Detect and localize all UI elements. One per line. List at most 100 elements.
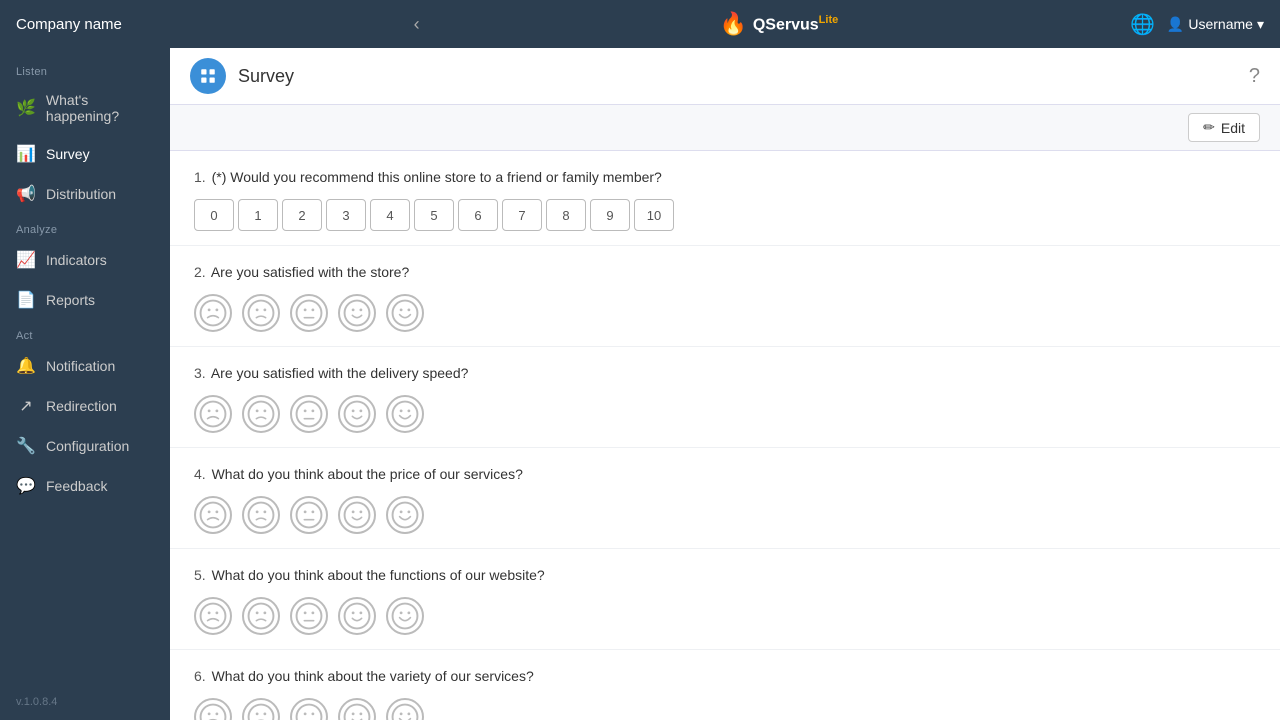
question-1: 1. (*) Would you recommend this online s… — [170, 151, 1280, 246]
sidebar-label-configuration: Configuration — [46, 438, 129, 454]
sidebar-item-notification[interactable]: 🔔 Notification — [0, 346, 170, 386]
emoji-q4-5[interactable] — [386, 496, 424, 534]
question-2-text: 2. Are you satisfied with the store? — [194, 264, 1256, 280]
emoji-dissatisfied[interactable] — [242, 294, 280, 332]
question-5-text: 5. What do you think about the functions… — [194, 567, 1256, 583]
emoji-scale-3 — [194, 395, 1256, 433]
nps-7[interactable]: 7 — [502, 199, 542, 231]
sidebar-item-survey[interactable]: 📊 Survey — [0, 134, 170, 174]
configuration-icon: 🔧 — [16, 436, 36, 456]
nps-5[interactable]: 5 — [414, 199, 454, 231]
company-name: Company name — [16, 16, 122, 33]
indicators-icon: 📈 — [16, 250, 36, 270]
question-1-text: 1. (*) Would you recommend this online s… — [194, 169, 1256, 185]
notification-icon: 🔔 — [16, 356, 36, 376]
username-label: Username — [1188, 16, 1253, 32]
logo: 🔥 QServusLite — [719, 11, 838, 37]
emoji-scale-4 — [194, 496, 1256, 534]
emoji-q3-3[interactable] — [290, 395, 328, 433]
sidebar-section-act: Act — [0, 320, 170, 346]
sidebar-item-distribution[interactable]: 📢 Distribution — [0, 174, 170, 214]
question-4: 4. What do you think about the price of … — [170, 448, 1280, 549]
redirection-icon: ↗ — [16, 396, 36, 416]
nps-9[interactable]: 9 — [590, 199, 630, 231]
emoji-very-satisfied[interactable] — [386, 294, 424, 332]
emoji-q3-1[interactable] — [194, 395, 232, 433]
emoji-q5-3[interactable] — [290, 597, 328, 635]
nps-2[interactable]: 2 — [282, 199, 322, 231]
emoji-q5-5[interactable] — [386, 597, 424, 635]
sidebar-item-feedback[interactable]: 💬 Feedback — [0, 466, 170, 506]
page-title: Survey — [238, 66, 294, 87]
emoji-q6-3[interactable] — [290, 698, 328, 720]
edit-pencil-icon: ✏ — [1203, 119, 1215, 136]
sidebar-section-analyze: Analyze — [0, 214, 170, 240]
sidebar-item-whats-happening[interactable]: 🌿 What's happening? — [0, 82, 170, 134]
logo-flame-icon: 🔥 — [719, 11, 746, 37]
nps-4[interactable]: 4 — [370, 199, 410, 231]
emoji-q5-1[interactable] — [194, 597, 232, 635]
distribution-icon: 📢 — [16, 184, 36, 204]
questions-area: 1. (*) Would you recommend this online s… — [170, 151, 1280, 720]
sidebar-label-whats-happening: What's happening? — [46, 92, 154, 124]
whats-happening-icon: 🌿 — [16, 98, 36, 118]
sidebar-label-distribution: Distribution — [46, 186, 116, 202]
topbar: Company name ‹ 🔥 QServusLite 🌐 👤 Usernam… — [0, 0, 1280, 48]
sidebar: Listen 🌿 What's happening? 📊 Survey 📢 Di… — [0, 48, 170, 720]
emoji-q5-2[interactable] — [242, 597, 280, 635]
emoji-q4-2[interactable] — [242, 496, 280, 534]
nps-10[interactable]: 10 — [634, 199, 674, 231]
sidebar-item-redirection[interactable]: ↗ Redirection — [0, 386, 170, 426]
emoji-q4-3[interactable] — [290, 496, 328, 534]
sidebar-item-configuration[interactable]: 🔧 Configuration — [0, 426, 170, 466]
question-2: 2. Are you satisfied with the store? — [170, 246, 1280, 347]
logo-text: QServusLite — [753, 14, 838, 34]
sidebar-label-indicators: Indicators — [46, 252, 107, 268]
reports-icon: 📄 — [16, 290, 36, 310]
emoji-q3-2[interactable] — [242, 395, 280, 433]
emoji-q5-4[interactable] — [338, 597, 376, 635]
sidebar-label-reports: Reports — [46, 292, 95, 308]
nps-8[interactable]: 8 — [546, 199, 586, 231]
sidebar-label-redirection: Redirection — [46, 398, 117, 414]
nps-3[interactable]: 3 — [326, 199, 366, 231]
emoji-q6-5[interactable] — [386, 698, 424, 720]
question-6: 6. What do you think about the variety o… — [170, 650, 1280, 720]
feedback-icon: 💬 — [16, 476, 36, 496]
edit-button[interactable]: ✏ Edit — [1188, 113, 1260, 142]
emoji-q6-4[interactable] — [338, 698, 376, 720]
emoji-q3-5[interactable] — [386, 395, 424, 433]
emoji-satisfied[interactable] — [338, 294, 376, 332]
logo-lite: Lite — [819, 14, 839, 26]
survey-page-icon — [190, 58, 226, 94]
emoji-q6-2[interactable] — [242, 698, 280, 720]
nps-6[interactable]: 6 — [458, 199, 498, 231]
nps-0[interactable]: 0 — [194, 199, 234, 231]
sidebar-item-reports[interactable]: 📄 Reports — [0, 280, 170, 320]
q1-num: 1. — [194, 169, 206, 185]
emoji-scale-6 — [194, 698, 1256, 720]
nps-scale: 0 1 2 3 4 5 6 7 8 9 10 — [194, 199, 1256, 231]
page-header: Survey ? — [170, 48, 1280, 105]
emoji-q6-1[interactable] — [194, 698, 232, 720]
emoji-neutral[interactable] — [290, 294, 328, 332]
globe-icon[interactable]: 🌐 — [1130, 12, 1155, 37]
help-icon[interactable]: ? — [1249, 65, 1260, 88]
user-icon: 👤 — [1167, 16, 1184, 33]
emoji-q4-4[interactable] — [338, 496, 376, 534]
sidebar-label-feedback: Feedback — [46, 478, 107, 494]
nps-1[interactable]: 1 — [238, 199, 278, 231]
emoji-q3-4[interactable] — [338, 395, 376, 433]
question-3-text: 3. Are you satisfied with the delivery s… — [194, 365, 1256, 381]
question-5: 5. What do you think about the functions… — [170, 549, 1280, 650]
question-4-text: 4. What do you think about the price of … — [194, 466, 1256, 482]
emoji-q4-1[interactable] — [194, 496, 232, 534]
edit-label: Edit — [1221, 120, 1245, 136]
toolbar: ✏ Edit — [170, 105, 1280, 151]
back-button[interactable]: ‹ — [414, 14, 420, 35]
user-menu[interactable]: 👤 Username ▾ — [1167, 16, 1264, 33]
survey-icon: 📊 — [16, 144, 36, 164]
sidebar-label-survey: Survey — [46, 146, 90, 162]
sidebar-item-indicators[interactable]: 📈 Indicators — [0, 240, 170, 280]
emoji-very-dissatisfied[interactable] — [194, 294, 232, 332]
